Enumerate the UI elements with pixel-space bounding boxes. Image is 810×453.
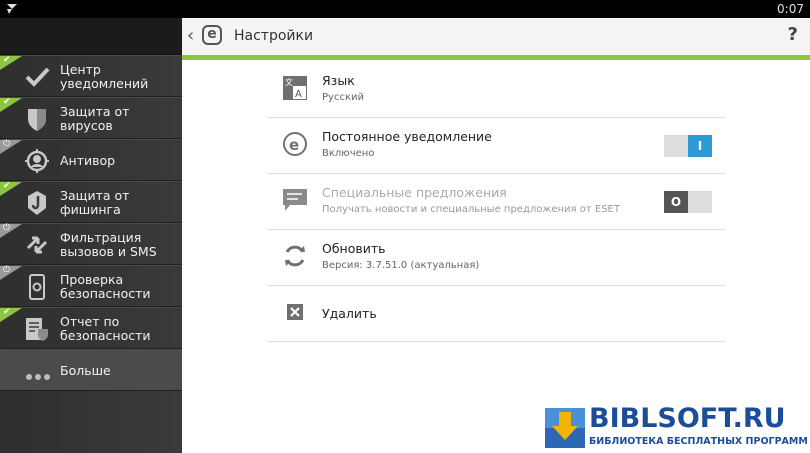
setting-title: Обновить xyxy=(322,241,386,256)
shield-icon xyxy=(28,109,46,131)
check-icon: ✔ xyxy=(3,55,11,65)
message-bubble-icon xyxy=(283,189,307,211)
sidebar-item-security-audit[interactable]: ⏻ Проверка безопасности xyxy=(0,265,182,307)
sidebar-item-notification-center[interactable]: ✔ Центр уведомлений xyxy=(0,55,182,97)
call-filter-arrows-icon xyxy=(26,236,48,254)
svg-text:e: e xyxy=(289,136,299,154)
offers-toggle[interactable]: O xyxy=(664,191,712,213)
app-notification-icon xyxy=(7,4,17,14)
sidebar-item-virus-protection[interactable]: ✔ Защита от вирусов xyxy=(0,97,182,139)
setting-subtitle: Русский xyxy=(322,92,364,103)
power-icon: ⏻ xyxy=(3,139,11,149)
sidebar-item-antiphishing[interactable]: ✔ Защита от фишинга xyxy=(0,181,182,223)
report-shield-icon xyxy=(26,318,48,341)
language-icon: A 文 xyxy=(283,76,307,100)
eset-logo-icon[interactable]: e xyxy=(202,25,222,45)
setting-special-offers[interactable]: Специальные предложения Получать новости… xyxy=(268,174,726,230)
setting-title: Специальные предложения xyxy=(322,185,507,200)
settings-list: A 文 Язык Русский e Постоянное уведомлени… xyxy=(268,62,726,342)
status-bar: 0:07 xyxy=(0,0,810,18)
power-icon: ⏻ xyxy=(3,223,11,233)
help-button[interactable]: ? xyxy=(788,24,798,45)
setting-title: Язык xyxy=(322,73,355,88)
svg-text:文: 文 xyxy=(285,77,293,87)
back-chevron-icon[interactable]: ‹ xyxy=(187,25,194,46)
toggle-knob: I xyxy=(688,135,712,157)
accent-divider xyxy=(182,55,810,60)
notification-toggle[interactable]: I xyxy=(664,135,712,157)
phishing-hook-icon xyxy=(28,191,46,215)
check-icon: ✔ xyxy=(3,307,11,317)
power-icon: ⏻ xyxy=(3,265,11,275)
setting-subtitle: Получать новости и специальные предложен… xyxy=(322,204,620,215)
toggle-knob: O xyxy=(664,191,688,213)
sidebar: ✔ Центр уведомлений ✔ Защита от вирусов … xyxy=(0,18,182,453)
svg-text:A: A xyxy=(295,89,302,100)
setting-persistent-notification[interactable]: e Постоянное уведомление Включено I xyxy=(268,118,726,174)
setting-subtitle: Версия: 3.7.51.0 (актуальная) xyxy=(322,260,480,271)
sidebar-item-label: Защита от фишинга xyxy=(60,188,130,217)
page-title: Настройки xyxy=(234,28,314,44)
sidebar-item-security-report[interactable]: ✔ Отчет по безопасности xyxy=(0,307,182,349)
clock: 0:07 xyxy=(777,2,804,16)
more-dots-icon xyxy=(26,368,53,383)
eset-icon: e xyxy=(283,132,307,156)
checkmark-icon xyxy=(25,67,50,87)
watermark-logo: BIBLSOFT.RU БИБЛИОТЕКА БЕСПЛАТНЫХ ПРОГРА… xyxy=(545,403,810,453)
setting-title: Постоянное уведомление xyxy=(322,129,492,144)
phone-gear-icon xyxy=(29,274,45,300)
watermark-subtitle: БИБЛИОТЕКА БЕСПЛАТНЫХ ПРОГРАММ xyxy=(589,436,808,447)
setting-update[interactable]: Обновить Версия: 3.7.51.0 (актуальная) xyxy=(268,230,726,286)
download-logo-icon xyxy=(545,408,585,448)
check-icon: ✔ xyxy=(3,181,11,191)
sidebar-item-label: Центр уведомлений xyxy=(60,62,149,91)
watermark-title: BIBLSOFT.RU xyxy=(589,403,786,434)
setting-title: Удалить xyxy=(322,306,377,321)
sidebar-item-more[interactable]: Больше xyxy=(0,349,182,391)
sidebar-top-strip xyxy=(0,18,182,55)
antitheft-agent-icon xyxy=(25,149,49,173)
check-icon: ✔ xyxy=(3,97,11,107)
sidebar-item-label: Проверка безопасности xyxy=(60,272,151,301)
sidebar-item-call-filter[interactable]: ⏻ Фильтрация вызовов и SMS xyxy=(0,223,182,265)
setting-uninstall[interactable]: Удалить xyxy=(268,286,726,342)
refresh-icon xyxy=(285,245,305,267)
sidebar-item-label: Антивор xyxy=(60,153,116,168)
setting-subtitle: Включено xyxy=(322,148,375,159)
action-bar: ‹ e Настройки ? xyxy=(182,18,810,55)
main-panel: ‹ e Настройки ? A 文 Язык Русский e Посто… xyxy=(182,18,810,453)
sidebar-item-label: Фильтрация вызовов и SMS xyxy=(60,230,157,259)
sidebar-item-antitheft[interactable]: ⏻ Антивор xyxy=(0,139,182,181)
close-box-icon xyxy=(287,304,303,320)
sidebar-item-label: Защита от вирусов xyxy=(60,104,130,133)
setting-language[interactable]: A 文 Язык Русский xyxy=(268,62,726,118)
sidebar-item-label: Отчет по безопасности xyxy=(60,314,151,343)
sidebar-item-label: Больше xyxy=(60,363,111,378)
